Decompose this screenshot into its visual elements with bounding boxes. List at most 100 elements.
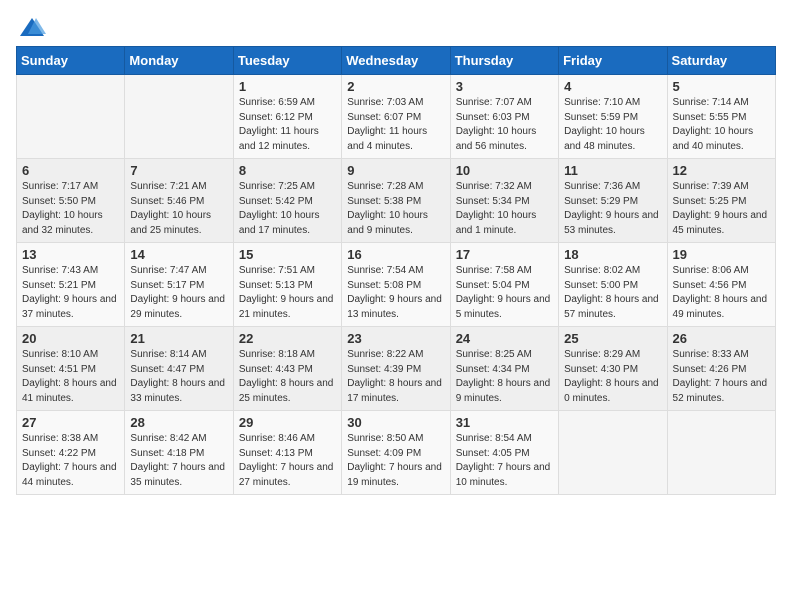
day-detail: Sunrise: 8:06 AM Sunset: 4:56 PM Dayligh… bbox=[673, 264, 770, 322]
calendar-cell: 11 Sunrise: 7:36 AM Sunset: 5:29 PM Dayli… bbox=[559, 159, 667, 243]
day-number: 13 bbox=[22, 247, 119, 262]
day-detail: Sunrise: 7:32 AM Sunset: 5:34 PM Dayligh… bbox=[456, 180, 553, 238]
calendar-cell: 18 Sunrise: 8:02 AM Sunset: 5:00 PM Dayli… bbox=[559, 243, 667, 327]
day-number: 25 bbox=[564, 331, 661, 346]
calendar-cell: 15 Sunrise: 7:51 AM Sunset: 5:13 PM Dayli… bbox=[233, 243, 341, 327]
col-header-sunday: Sunday bbox=[17, 47, 125, 75]
day-number: 9 bbox=[347, 163, 444, 178]
day-number: 5 bbox=[673, 79, 770, 94]
logo-icon bbox=[18, 16, 46, 38]
calendar-cell: 13 Sunrise: 7:43 AM Sunset: 5:21 PM Dayli… bbox=[17, 243, 125, 327]
day-detail: Sunrise: 8:22 AM Sunset: 4:39 PM Dayligh… bbox=[347, 348, 444, 406]
calendar-cell bbox=[667, 411, 775, 495]
day-detail: Sunrise: 7:14 AM Sunset: 5:55 PM Dayligh… bbox=[673, 96, 770, 154]
day-detail: Sunrise: 7:10 AM Sunset: 5:59 PM Dayligh… bbox=[564, 96, 661, 154]
day-number: 26 bbox=[673, 331, 770, 346]
calendar-cell: 7 Sunrise: 7:21 AM Sunset: 5:46 PM Daylig… bbox=[125, 159, 233, 243]
day-number: 21 bbox=[130, 331, 227, 346]
day-number: 18 bbox=[564, 247, 661, 262]
calendar-cell: 20 Sunrise: 8:10 AM Sunset: 4:51 PM Dayli… bbox=[17, 327, 125, 411]
calendar-cell: 1 Sunrise: 6:59 AM Sunset: 6:12 PM Daylig… bbox=[233, 75, 341, 159]
day-detail: Sunrise: 7:51 AM Sunset: 5:13 PM Dayligh… bbox=[239, 264, 336, 322]
day-detail: Sunrise: 8:14 AM Sunset: 4:47 PM Dayligh… bbox=[130, 348, 227, 406]
col-header-saturday: Saturday bbox=[667, 47, 775, 75]
day-detail: Sunrise: 7:07 AM Sunset: 6:03 PM Dayligh… bbox=[456, 96, 553, 154]
day-number: 22 bbox=[239, 331, 336, 346]
day-detail: Sunrise: 7:28 AM Sunset: 5:38 PM Dayligh… bbox=[347, 180, 444, 238]
day-number: 15 bbox=[239, 247, 336, 262]
calendar-cell: 12 Sunrise: 7:39 AM Sunset: 5:25 PM Dayli… bbox=[667, 159, 775, 243]
day-detail: Sunrise: 8:38 AM Sunset: 4:22 PM Dayligh… bbox=[22, 432, 119, 490]
day-number: 8 bbox=[239, 163, 336, 178]
day-number: 23 bbox=[347, 331, 444, 346]
day-number: 29 bbox=[239, 415, 336, 430]
day-detail: Sunrise: 8:46 AM Sunset: 4:13 PM Dayligh… bbox=[239, 432, 336, 490]
day-detail: Sunrise: 7:36 AM Sunset: 5:29 PM Dayligh… bbox=[564, 180, 661, 238]
logo bbox=[16, 16, 46, 38]
calendar-cell: 14 Sunrise: 7:47 AM Sunset: 5:17 PM Dayli… bbox=[125, 243, 233, 327]
day-detail: Sunrise: 8:02 AM Sunset: 5:00 PM Dayligh… bbox=[564, 264, 661, 322]
calendar-cell: 30 Sunrise: 8:50 AM Sunset: 4:09 PM Dayli… bbox=[342, 411, 450, 495]
calendar-cell: 24Sunrise: 8:25 AM Sunset: 4:34 PM Dayli… bbox=[450, 327, 558, 411]
day-number: 10 bbox=[456, 163, 553, 178]
page-header bbox=[16, 16, 776, 38]
calendar-cell: 6 Sunrise: 7:17 AM Sunset: 5:50 PM Daylig… bbox=[17, 159, 125, 243]
day-number: 6 bbox=[22, 163, 119, 178]
calendar-table: SundayMondayTuesdayWednesdayThursdayFrid… bbox=[16, 46, 776, 495]
col-header-thursday: Thursday bbox=[450, 47, 558, 75]
calendar-cell: 8 Sunrise: 7:25 AM Sunset: 5:42 PM Daylig… bbox=[233, 159, 341, 243]
day-detail: Sunrise: 8:42 AM Sunset: 4:18 PM Dayligh… bbox=[130, 432, 227, 490]
calendar-cell: 23 Sunrise: 8:22 AM Sunset: 4:39 PM Dayli… bbox=[342, 327, 450, 411]
col-header-monday: Monday bbox=[125, 47, 233, 75]
calendar-cell: 22 Sunrise: 8:18 AM Sunset: 4:43 PM Dayli… bbox=[233, 327, 341, 411]
day-number: 30 bbox=[347, 415, 444, 430]
calendar-cell: 16 Sunrise: 7:54 AM Sunset: 5:08 PM Dayli… bbox=[342, 243, 450, 327]
day-number: 12 bbox=[673, 163, 770, 178]
calendar-cell bbox=[559, 411, 667, 495]
day-number: 28 bbox=[130, 415, 227, 430]
day-number: 4 bbox=[564, 79, 661, 94]
calendar-cell bbox=[125, 75, 233, 159]
day-number: 20 bbox=[22, 331, 119, 346]
calendar-cell: 19 Sunrise: 8:06 AM Sunset: 4:56 PM Dayli… bbox=[667, 243, 775, 327]
day-number: 19 bbox=[673, 247, 770, 262]
day-number: 7 bbox=[130, 163, 227, 178]
day-detail: Sunrise: 8:33 AM Sunset: 4:26 PM Dayligh… bbox=[673, 348, 770, 406]
day-detail: Sunrise: 8:50 AM Sunset: 4:09 PM Dayligh… bbox=[347, 432, 444, 490]
calendar-cell: 4 Sunrise: 7:10 AM Sunset: 5:59 PM Daylig… bbox=[559, 75, 667, 159]
day-detail: Sunrise: 7:25 AM Sunset: 5:42 PM Dayligh… bbox=[239, 180, 336, 238]
day-number: 24 bbox=[456, 331, 553, 346]
day-detail: Sunrise: 7:03 AM Sunset: 6:07 PM Dayligh… bbox=[347, 96, 444, 154]
calendar-cell: 5 Sunrise: 7:14 AM Sunset: 5:55 PM Daylig… bbox=[667, 75, 775, 159]
day-detail: Sunrise: 8:29 AM Sunset: 4:30 PM Dayligh… bbox=[564, 348, 661, 406]
day-number: 11 bbox=[564, 163, 661, 178]
calendar-cell: 26 Sunrise: 8:33 AM Sunset: 4:26 PM Dayli… bbox=[667, 327, 775, 411]
calendar-cell: 17Sunrise: 7:58 AM Sunset: 5:04 PM Dayli… bbox=[450, 243, 558, 327]
calendar-cell bbox=[17, 75, 125, 159]
day-detail: Sunrise: 7:21 AM Sunset: 5:46 PM Dayligh… bbox=[130, 180, 227, 238]
day-detail: Sunrise: 8:18 AM Sunset: 4:43 PM Dayligh… bbox=[239, 348, 336, 406]
col-header-friday: Friday bbox=[559, 47, 667, 75]
day-detail: Sunrise: 8:54 AM Sunset: 4:05 PM Dayligh… bbox=[456, 432, 553, 490]
day-number: 27 bbox=[22, 415, 119, 430]
day-detail: Sunrise: 7:47 AM Sunset: 5:17 PM Dayligh… bbox=[130, 264, 227, 322]
calendar-cell: 28 Sunrise: 8:42 AM Sunset: 4:18 PM Dayli… bbox=[125, 411, 233, 495]
calendar-cell: 9 Sunrise: 7:28 AM Sunset: 5:38 PM Daylig… bbox=[342, 159, 450, 243]
day-number: 2 bbox=[347, 79, 444, 94]
day-number: 1 bbox=[239, 79, 336, 94]
day-number: 14 bbox=[130, 247, 227, 262]
col-header-tuesday: Tuesday bbox=[233, 47, 341, 75]
day-number: 16 bbox=[347, 247, 444, 262]
day-detail: Sunrise: 6:59 AM Sunset: 6:12 PM Dayligh… bbox=[239, 96, 336, 154]
calendar-cell: 10 Sunrise: 7:32 AM Sunset: 5:34 PM Dayli… bbox=[450, 159, 558, 243]
day-number: 31 bbox=[456, 415, 553, 430]
day-detail: Sunrise: 7:54 AM Sunset: 5:08 PM Dayligh… bbox=[347, 264, 444, 322]
day-number: 17 bbox=[456, 247, 553, 262]
day-detail: Sunrise: 7:43 AM Sunset: 5:21 PM Dayligh… bbox=[22, 264, 119, 322]
day-detail: Sunrise: 7:17 AM Sunset: 5:50 PM Dayligh… bbox=[22, 180, 119, 238]
day-detail: Sunrise: 7:39 AM Sunset: 5:25 PM Dayligh… bbox=[673, 180, 770, 238]
col-header-wednesday: Wednesday bbox=[342, 47, 450, 75]
day-detail: Sunrise: 8:10 AM Sunset: 4:51 PM Dayligh… bbox=[22, 348, 119, 406]
calendar-cell: 3Sunrise: 7:07 AM Sunset: 6:03 PM Daylig… bbox=[450, 75, 558, 159]
calendar-cell: 21 Sunrise: 8:14 AM Sunset: 4:47 PM Dayli… bbox=[125, 327, 233, 411]
